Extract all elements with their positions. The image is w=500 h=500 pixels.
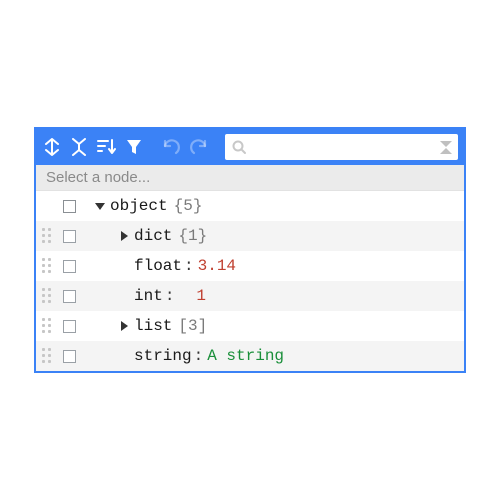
- redo-icon: [189, 138, 209, 156]
- filter-icon: [125, 138, 143, 156]
- sort-icon: [96, 138, 116, 156]
- chevron-down-icon: [440, 141, 452, 147]
- collapse-all-button[interactable]: [69, 133, 88, 161]
- select-checkbox[interactable]: [58, 260, 80, 273]
- node-key: dict: [134, 227, 172, 245]
- sort-button[interactable]: [96, 133, 116, 161]
- search-sort-toggle[interactable]: [440, 141, 452, 154]
- node-key: object: [110, 197, 168, 215]
- node-key: int: [134, 287, 163, 305]
- search-input[interactable]: [247, 139, 436, 155]
- json-tree: object {5} dict {1} float: [36, 191, 464, 371]
- drag-handle[interactable]: [36, 288, 58, 304]
- filter-button[interactable]: [124, 133, 143, 161]
- select-checkbox[interactable]: [58, 230, 80, 243]
- select-checkbox[interactable]: [58, 320, 80, 333]
- undo-icon: [161, 138, 181, 156]
- colon: :: [194, 347, 204, 365]
- tree-row[interactable]: int : 1: [36, 281, 464, 311]
- node-count: {1}: [178, 227, 207, 245]
- drag-handle[interactable]: [36, 228, 58, 244]
- select-checkbox[interactable]: [58, 290, 80, 303]
- toolbar: [36, 129, 464, 165]
- tree-row[interactable]: float : 3.14: [36, 251, 464, 281]
- node-key: string: [134, 347, 192, 365]
- drag-handle[interactable]: [36, 318, 58, 334]
- node-value[interactable]: 3.14: [198, 257, 236, 275]
- chevron-up-icon: [440, 148, 452, 154]
- search-field[interactable]: [225, 134, 458, 160]
- tree-row[interactable]: list [3]: [36, 311, 464, 341]
- expand-all-icon: [43, 138, 61, 156]
- node-key: float: [134, 257, 182, 275]
- tree-row[interactable]: string : A string: [36, 341, 464, 371]
- node-count: {5}: [174, 197, 203, 215]
- search-icon: [231, 139, 247, 155]
- collapse-all-icon: [70, 138, 88, 156]
- tree-row[interactable]: dict {1}: [36, 221, 464, 251]
- expand-all-button[interactable]: [42, 133, 61, 161]
- undo-button[interactable]: [161, 133, 181, 161]
- breadcrumb[interactable]: Select a node...: [36, 165, 464, 191]
- colon: :: [165, 287, 175, 305]
- redo-button[interactable]: [189, 133, 209, 161]
- node-key: list: [134, 317, 172, 335]
- node-value[interactable]: 1: [196, 287, 206, 305]
- node-count: [3]: [178, 317, 207, 335]
- select-checkbox[interactable]: [58, 350, 80, 363]
- expand-toggle[interactable]: [90, 203, 110, 210]
- drag-handle[interactable]: [36, 258, 58, 274]
- drag-handle[interactable]: [36, 348, 58, 364]
- node-value[interactable]: A string: [207, 347, 284, 365]
- expand-toggle[interactable]: [114, 321, 134, 331]
- tree-root-row[interactable]: object {5}: [36, 191, 464, 221]
- json-editor-panel: Select a node... object {5} dict {1}: [34, 127, 466, 373]
- colon: :: [184, 257, 194, 275]
- expand-toggle[interactable]: [114, 231, 134, 241]
- select-checkbox[interactable]: [58, 200, 80, 213]
